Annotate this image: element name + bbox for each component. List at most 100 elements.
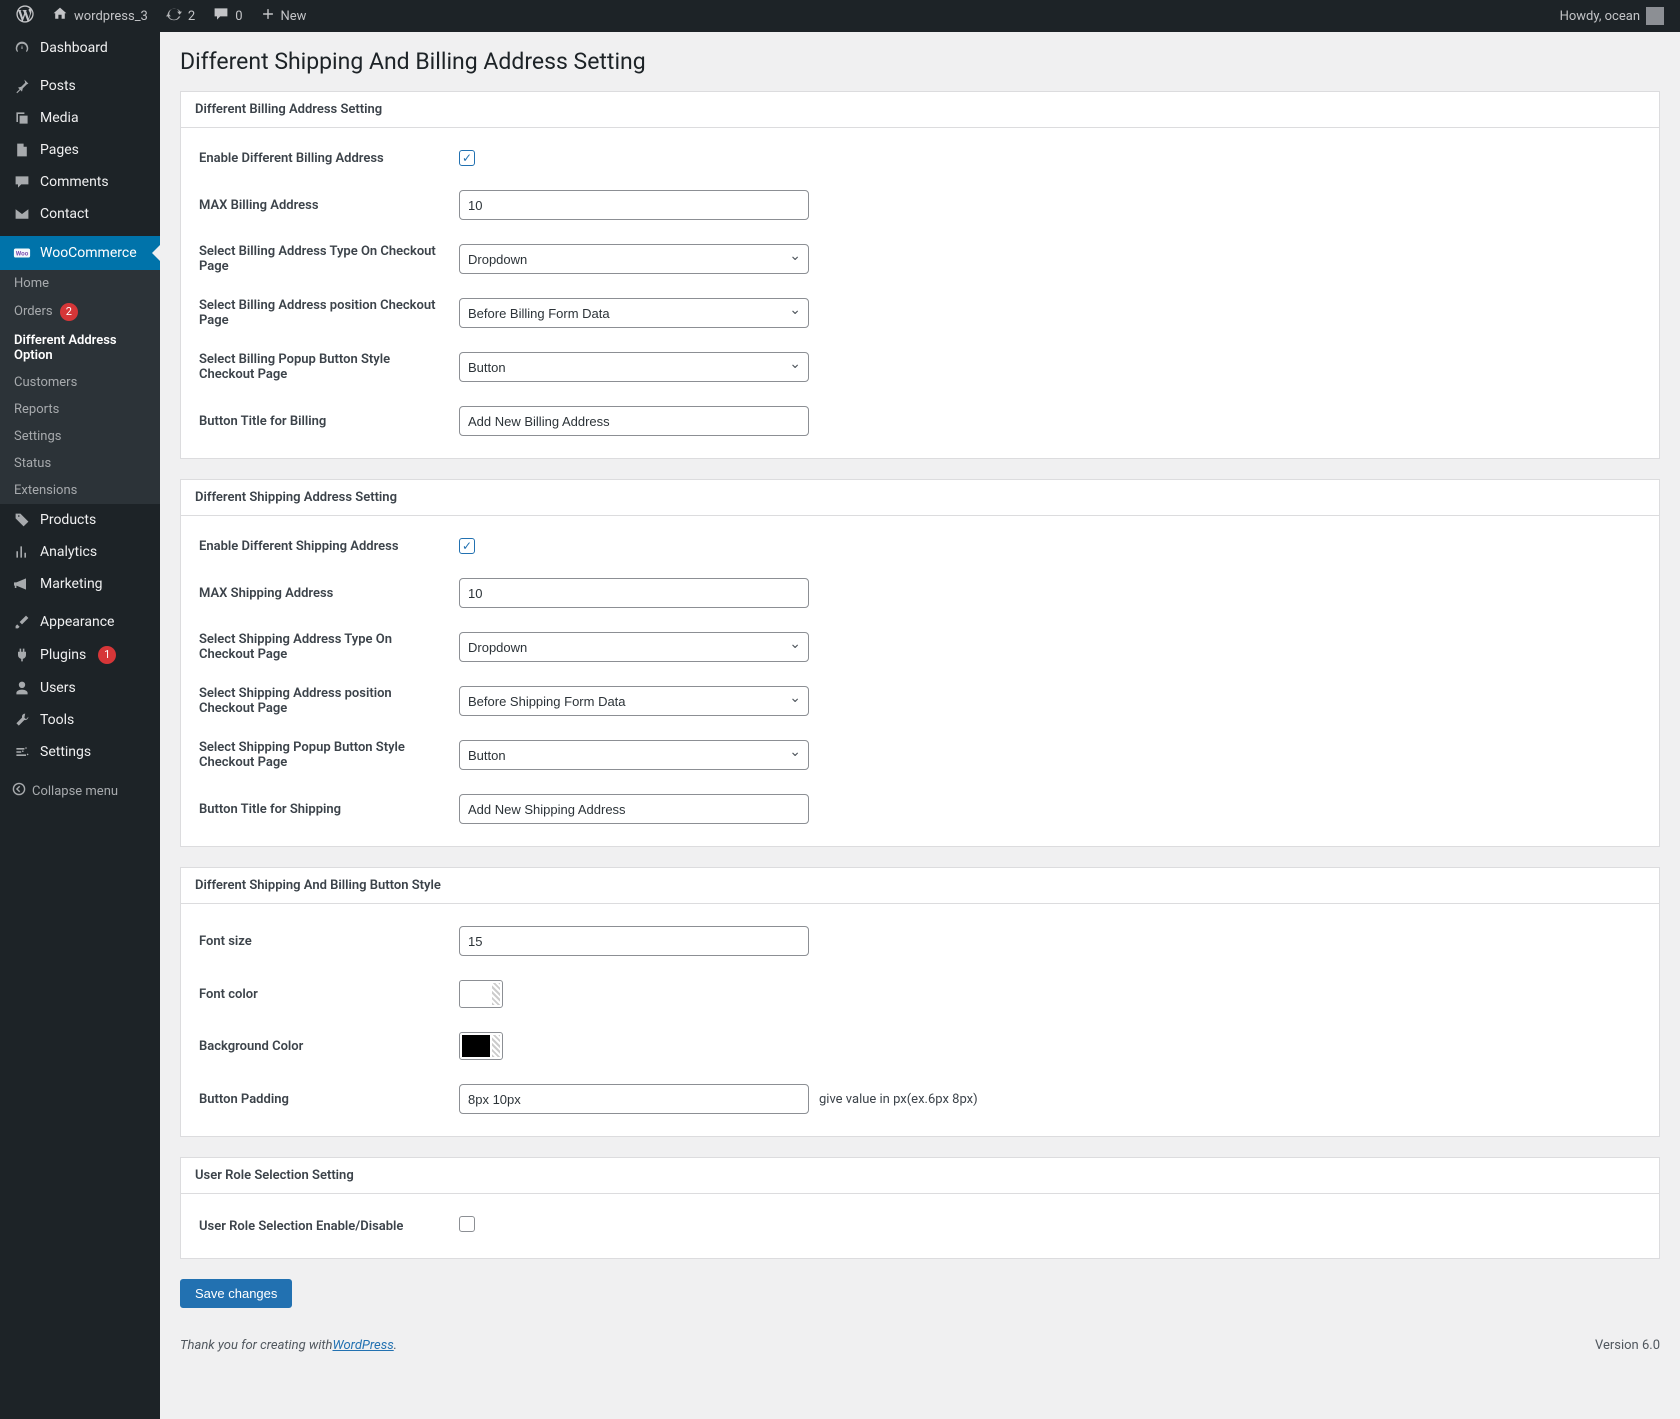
submenu-settings[interactable]: Settings [0, 423, 160, 450]
page-title: Different Shipping And Billing Address S… [180, 48, 1660, 75]
update-icon [166, 6, 182, 26]
bg-color-picker[interactable] [459, 1032, 503, 1060]
site-home[interactable]: wordpress_3 [44, 0, 156, 32]
menu-tools[interactable]: Tools [0, 704, 160, 736]
page-icon [12, 142, 32, 158]
color-handle-icon [492, 983, 500, 1005]
menu-dashboard[interactable]: Dashboard [0, 32, 160, 64]
submenu-label: Orders [14, 304, 53, 319]
plugins-badge: 1 [98, 646, 116, 664]
menu-plugins[interactable]: Plugins 1 [0, 638, 160, 672]
shipping-position-select[interactable]: Before Shipping Form Data [459, 686, 809, 716]
wp-logo[interactable] [8, 0, 42, 32]
woocommerce-icon: Woo [12, 244, 32, 262]
footer-period: . [394, 1338, 397, 1353]
billing-position-select[interactable]: Before Billing Form Data [459, 298, 809, 328]
menu-label: Appearance [40, 614, 114, 630]
userrole-enable-checkbox[interactable] [459, 1216, 475, 1232]
billing-button-title-input[interactable] [459, 406, 809, 436]
font-color-picker[interactable] [459, 980, 503, 1008]
billing-type-select[interactable]: Dropdown [459, 244, 809, 274]
media-icon [12, 110, 32, 126]
font-size-input[interactable] [459, 926, 809, 956]
enable-shipping-checkbox[interactable] [459, 538, 475, 554]
padding-help: give value in px(ex.6px 8px) [819, 1092, 978, 1107]
menu-label: Pages [40, 142, 79, 158]
submenu-orders[interactable]: Orders 2 [0, 297, 160, 327]
shipping-button-title-label: Button Title for Shipping [199, 802, 459, 817]
menu-label: WooCommerce [40, 245, 137, 261]
wordpress-icon [16, 5, 34, 27]
color-handle-icon [492, 1035, 500, 1057]
collapse-label: Collapse menu [32, 784, 118, 799]
comment-icon [213, 6, 229, 26]
shipping-button-title-input[interactable] [459, 794, 809, 824]
menu-products[interactable]: Products [0, 504, 160, 536]
menu-posts[interactable]: Posts [0, 70, 160, 102]
menu-analytics[interactable]: Analytics [0, 536, 160, 568]
submenu-extensions[interactable]: Extensions [0, 477, 160, 504]
menu-comments[interactable]: Comments [0, 166, 160, 198]
comments-icon [12, 174, 32, 190]
collapse-icon [12, 782, 26, 800]
comments-count: 0 [235, 9, 242, 24]
submenu-customers[interactable]: Customers [0, 369, 160, 396]
menu-label: Dashboard [40, 40, 108, 56]
footer-version: Version 6.0 [1595, 1338, 1660, 1353]
shipping-type-label: Select Shipping Address Type On Checkout… [199, 632, 459, 662]
menu-users[interactable]: Users [0, 672, 160, 704]
max-billing-input[interactable] [459, 190, 809, 220]
new-link[interactable]: New [253, 0, 315, 32]
user-icon [12, 680, 32, 696]
save-button[interactable]: Save changes [180, 1279, 292, 1308]
menu-contact[interactable]: Contact [0, 198, 160, 230]
panel-style: Different Shipping And Billing Button St… [180, 867, 1660, 1137]
billing-popup-select[interactable]: Button [459, 352, 809, 382]
admin-sidebar: Dashboard Posts Media Pages Comments Con… [0, 32, 160, 1419]
submenu-status[interactable]: Status [0, 450, 160, 477]
products-icon [12, 512, 32, 528]
menu-label: Analytics [40, 544, 97, 560]
submenu-home[interactable]: Home [0, 270, 160, 297]
avatar [1646, 7, 1664, 25]
menu-woocommerce[interactable]: Woo WooCommerce [0, 236, 160, 270]
max-billing-label: MAX Billing Address [199, 198, 459, 213]
updates-link[interactable]: 2 [158, 0, 203, 32]
enable-billing-label: Enable Different Billing Address [199, 151, 459, 166]
menu-pages[interactable]: Pages [0, 134, 160, 166]
billing-popup-label: Select Billing Popup Button Style Checko… [199, 352, 459, 382]
home-icon [52, 6, 68, 26]
menu-label: Comments [40, 174, 109, 190]
panel-userrole: User Role Selection Setting User Role Se… [180, 1157, 1660, 1259]
pin-icon [12, 78, 32, 94]
padding-input[interactable] [459, 1084, 809, 1114]
greeting-text: Howdy, ocean [1560, 9, 1640, 24]
max-shipping-input[interactable] [459, 578, 809, 608]
billing-button-title-label: Button Title for Billing [199, 414, 459, 429]
shipping-popup-select[interactable]: Button [459, 740, 809, 770]
panel-shipping-body: Enable Different Shipping Address MAX Sh… [181, 516, 1659, 846]
menu-media[interactable]: Media [0, 102, 160, 134]
adminbar-left: wordpress_3 2 0 New [8, 0, 314, 32]
menu-label: Products [40, 512, 96, 528]
brush-icon [12, 614, 32, 630]
enable-billing-checkbox[interactable] [459, 150, 475, 166]
panel-billing: Different Billing Address Setting Enable… [180, 91, 1660, 459]
padding-label: Button Padding [199, 1092, 459, 1107]
menu-label: Settings [40, 744, 91, 760]
shipping-type-select[interactable]: Dropdown [459, 632, 809, 662]
submenu-diff-addr[interactable]: Different Address Option [0, 327, 160, 369]
footer-link[interactable]: WordPress [332, 1338, 393, 1353]
submenu-reports[interactable]: Reports [0, 396, 160, 423]
userrole-enable-label: User Role Selection Enable/Disable [199, 1219, 459, 1234]
comments-link[interactable]: 0 [205, 0, 250, 32]
menu-appearance[interactable]: Appearance [0, 606, 160, 638]
menu-settings[interactable]: Settings [0, 736, 160, 768]
menu-label: Plugins [40, 647, 86, 663]
footer-text: Thank you for creating with [180, 1338, 332, 1353]
analytics-icon [12, 544, 32, 560]
wrench-icon [12, 712, 32, 728]
greeting[interactable]: Howdy, ocean [1552, 7, 1668, 25]
menu-marketing[interactable]: Marketing [0, 568, 160, 600]
collapse-menu[interactable]: Collapse menu [0, 774, 160, 808]
